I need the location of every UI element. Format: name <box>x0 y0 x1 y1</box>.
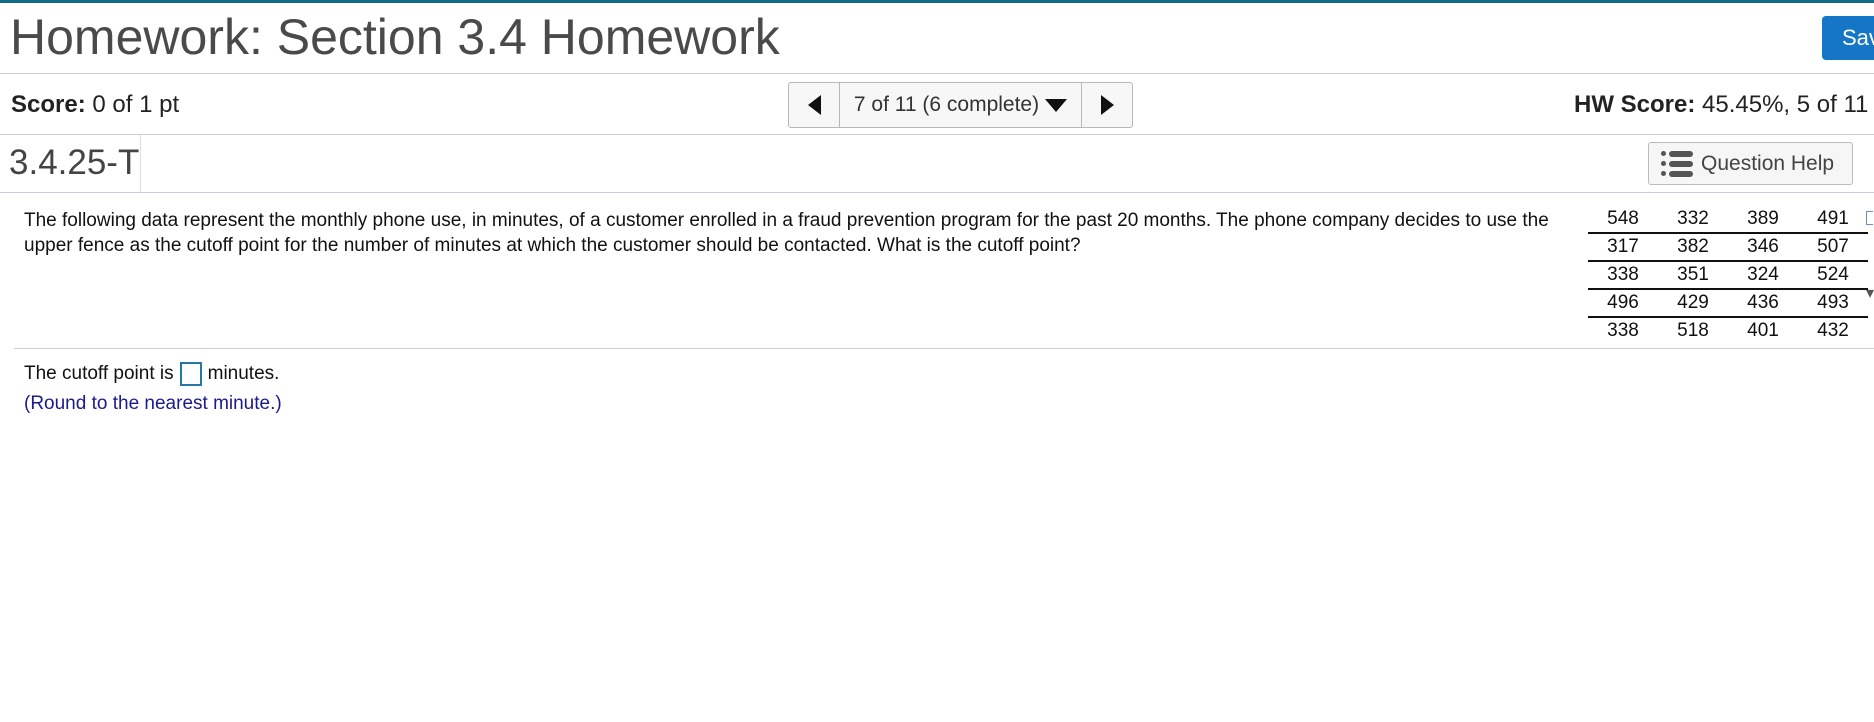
question-id: 3.4.25-T <box>9 143 140 182</box>
question-help-label: Question Help <box>1701 151 1835 175</box>
answer-input[interactable] <box>179 362 202 386</box>
question-help-button[interactable]: Question Help <box>1648 142 1853 185</box>
table-cell: 324 <box>1728 261 1798 290</box>
table-cell: 518 <box>1677 320 1709 341</box>
hw-score-label: HW Score: <box>1574 91 1696 118</box>
caret-down-icon <box>1045 98 1068 112</box>
table-cell: 332 <box>1658 206 1728 234</box>
divider <box>14 348 1874 349</box>
score-value: 0 of 1 pt <box>92 91 180 118</box>
title-bar: Homework: Section 3.4 Homework Sav <box>0 3 1874 74</box>
data-table: 548 332 389 491 317 382 346 507 338 351 324 524 496 4… <box>1588 206 1868 344</box>
save-button[interactable]: Sav <box>1822 16 1874 60</box>
arrow-right-icon <box>1100 95 1114 115</box>
answer-suffix: minutes. <box>207 363 280 384</box>
rounding-hint: (Round to the nearest minute.) <box>24 393 282 414</box>
table-cell: 389 <box>1728 206 1798 234</box>
answer-prefix: The cutoff point is <box>24 363 174 384</box>
score-bar: Score: 0 of 1 pt 7 of 11 (6 complete) HW… <box>0 74 1874 135</box>
score: Score: 0 of 1 pt <box>11 91 179 119</box>
table-cell: 491 <box>1798 206 1868 234</box>
score-label: Score: <box>11 91 86 118</box>
table-cell: 429 <box>1658 289 1728 318</box>
divider <box>140 135 141 192</box>
table-cell: 496 <box>1588 289 1658 318</box>
table-cell: 432 <box>1817 320 1849 341</box>
table-cell: 338 <box>1607 320 1639 341</box>
table-cell: 346 <box>1728 233 1798 262</box>
table-cell: 507 <box>1798 233 1868 262</box>
arrow-left-icon <box>807 95 821 115</box>
next-question-button[interactable] <box>1081 83 1132 127</box>
hw-score: HW Score: 45.45%, 5 of 11 <box>1574 91 1868 119</box>
table-row: 338 518 401 432 <box>1588 317 1868 344</box>
page-title: Homework: Section 3.4 Homework <box>10 9 780 65</box>
table-cell: 317 <box>1588 233 1658 262</box>
table-cell: 493 <box>1798 289 1868 318</box>
table-cell: 382 <box>1658 233 1728 262</box>
hw-score-value: 45.45%, 5 of 11 <box>1702 91 1869 118</box>
previous-question-button[interactable] <box>789 83 840 127</box>
question-text: The following data represent the monthly… <box>24 210 1549 256</box>
table-cell: 524 <box>1798 261 1868 290</box>
question-position: 7 of 11 (6 complete) <box>853 93 1040 116</box>
answer-line: The cutoff point is minutes. <box>24 362 279 386</box>
question-select-dropdown[interactable]: 7 of 11 (6 complete) <box>840 83 1081 127</box>
table-cell: 351 <box>1658 261 1728 290</box>
table-cell: 436 <box>1728 289 1798 318</box>
question-navigator: 7 of 11 (6 complete) <box>788 82 1133 128</box>
table-cell: 338 <box>1588 261 1658 290</box>
table-row: 496 429 436 493 <box>1588 289 1868 318</box>
table-cell: 401 <box>1747 320 1779 341</box>
table-cell: 548 <box>1588 206 1658 234</box>
table-row: 317 382 346 507 <box>1588 233 1868 262</box>
list-icon <box>1661 150 1695 177</box>
table-row: 338 351 324 524 <box>1588 261 1868 290</box>
copy-data-icon[interactable] <box>1866 211 1873 225</box>
table-row: 548 332 389 491 <box>1588 206 1868 234</box>
question-header: 3.4.25-T Question Help ▾ <box>0 135 1874 302</box>
